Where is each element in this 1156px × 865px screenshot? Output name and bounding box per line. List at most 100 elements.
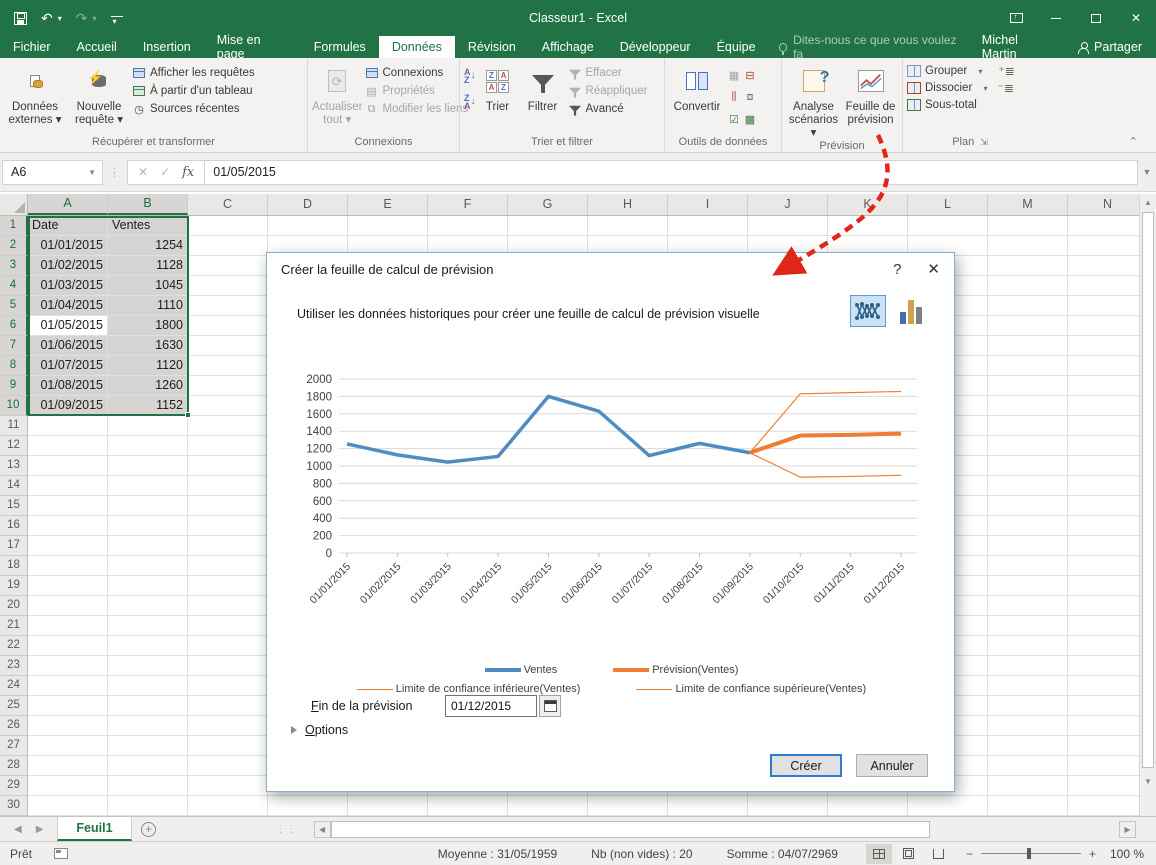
cell-H30[interactable] (588, 796, 668, 816)
tell-me-box[interactable]: Dites-nous ce que vous voulez fa (769, 36, 970, 58)
column-header-C[interactable]: C (188, 194, 268, 215)
column-header-H[interactable]: H (588, 194, 668, 215)
cell-A25[interactable] (28, 696, 108, 716)
row-header-18[interactable]: 18 (0, 556, 28, 576)
cell-A11[interactable] (28, 416, 108, 436)
consolidate-icon[interactable]: ⊟ (743, 68, 757, 82)
zoom-slider[interactable] (981, 853, 1081, 854)
collapse-ribbon-icon[interactable]: ⌃ (1129, 135, 1138, 148)
cell-N6[interactable] (1068, 316, 1139, 336)
cell-M14[interactable] (988, 476, 1068, 496)
cell-N21[interactable] (1068, 616, 1139, 636)
connections-button[interactable]: Connexions (365, 66, 469, 80)
row-header-11[interactable]: 11 (0, 416, 28, 436)
scroll-up-icon[interactable]: ▲ (1140, 194, 1156, 211)
cell-A2[interactable]: 01/01/2015 (28, 236, 108, 256)
tab-equipe[interactable]: Équipe (704, 36, 769, 58)
cell-N19[interactable] (1068, 576, 1139, 596)
cell-A18[interactable] (28, 556, 108, 576)
cell-N13[interactable] (1068, 456, 1139, 476)
tab-affichage[interactable]: Affichage (529, 36, 607, 58)
cell-A30[interactable] (28, 796, 108, 816)
share-button[interactable]: Partager (1064, 36, 1156, 58)
vertical-scroll-thumb[interactable] (1142, 212, 1154, 768)
cell-L30[interactable] (908, 796, 988, 816)
cell-A13[interactable] (28, 456, 108, 476)
cell-C15[interactable] (188, 496, 268, 516)
cell-M20[interactable] (988, 596, 1068, 616)
cell-M3[interactable] (988, 256, 1068, 276)
scroll-right-icon[interactable]: ▶ (1119, 821, 1136, 838)
cell-B17[interactable] (108, 536, 188, 556)
row-header-2[interactable]: 2 (0, 236, 28, 256)
cell-M9[interactable] (988, 376, 1068, 396)
text-to-columns-button[interactable]: Convertir (669, 62, 725, 114)
tab-accueil[interactable]: Accueil (64, 36, 130, 58)
cell-M27[interactable] (988, 736, 1068, 756)
scroll-left-icon[interactable]: ◀ (314, 821, 331, 838)
prev-sheet-icon[interactable]: ◀ (14, 824, 22, 835)
cell-C29[interactable] (188, 776, 268, 796)
forecast-sheet-button[interactable]: Feuille de prévision (843, 62, 898, 127)
cell-N23[interactable] (1068, 656, 1139, 676)
row-header-16[interactable]: 16 (0, 516, 28, 536)
row-header-7[interactable]: 7 (0, 336, 28, 356)
sort-za-button[interactable]: ZA↓ (464, 94, 476, 110)
minimize-button[interactable] (1036, 0, 1076, 36)
row-header-26[interactable]: 26 (0, 716, 28, 736)
row-header-13[interactable]: 13 (0, 456, 28, 476)
cell-A26[interactable] (28, 716, 108, 736)
tab-splitter-handle[interactable]: ⋮⋮ (276, 817, 298, 841)
cell-B3[interactable]: 1128 (108, 256, 188, 276)
cell-C14[interactable] (188, 476, 268, 496)
page-break-view-button[interactable] (926, 844, 952, 864)
cell-M17[interactable] (988, 536, 1068, 556)
cell-M26[interactable] (988, 716, 1068, 736)
cell-M13[interactable] (988, 456, 1068, 476)
row-header-1[interactable]: 1 (0, 216, 28, 236)
cell-C22[interactable] (188, 636, 268, 656)
cell-B19[interactable] (108, 576, 188, 596)
row-header-8[interactable]: 8 (0, 356, 28, 376)
cell-N7[interactable] (1068, 336, 1139, 356)
data-validation-icon[interactable]: ☑ (727, 112, 741, 126)
cell-B4[interactable]: 1045 (108, 276, 188, 296)
horizontal-scroll-thumb[interactable] (331, 821, 930, 838)
cell-N29[interactable] (1068, 776, 1139, 796)
cell-B9[interactable]: 1260 (108, 376, 188, 396)
column-header-D[interactable]: D (268, 194, 348, 215)
cell-B13[interactable] (108, 456, 188, 476)
cell-G1[interactable] (508, 216, 588, 236)
cell-C26[interactable] (188, 716, 268, 736)
cell-I1[interactable] (668, 216, 748, 236)
sort-button[interactable]: ZAAZ Trier (478, 62, 518, 114)
cell-C30[interactable] (188, 796, 268, 816)
cell-A22[interactable] (28, 636, 108, 656)
ungroup-button[interactable]: Dissocier ▾⁻≣ (907, 81, 1014, 95)
cell-C3[interactable] (188, 256, 268, 276)
remove-duplicates-icon[interactable]: ⫼ (727, 90, 741, 104)
column-header-L[interactable]: L (908, 194, 988, 215)
cell-N4[interactable] (1068, 276, 1139, 296)
cell-M30[interactable] (988, 796, 1068, 816)
qat-customize-icon[interactable] (111, 16, 123, 17)
cell-C17[interactable] (188, 536, 268, 556)
column-header-I[interactable]: I (668, 194, 748, 215)
cell-N26[interactable] (1068, 716, 1139, 736)
cell-B15[interactable] (108, 496, 188, 516)
cell-N16[interactable] (1068, 516, 1139, 536)
row-header-6[interactable]: 6 (0, 316, 28, 336)
ribbon-display-options-button[interactable] (996, 0, 1036, 36)
cell-A9[interactable]: 01/08/2015 (28, 376, 108, 396)
cell-M5[interactable] (988, 296, 1068, 316)
options-expander[interactable]: Options (291, 723, 348, 737)
cell-B20[interactable] (108, 596, 188, 616)
cell-A1[interactable]: Date (28, 216, 108, 236)
horizontal-scrollbar[interactable]: ◀ ▶ (314, 817, 1156, 841)
cell-B14[interactable] (108, 476, 188, 496)
cell-M1[interactable] (988, 216, 1068, 236)
recent-sources-button[interactable]: ◷Sources récentes (132, 102, 255, 116)
select-all-corner[interactable] (0, 194, 28, 215)
cell-A19[interactable] (28, 576, 108, 596)
create-button[interactable]: Créer (770, 754, 842, 777)
